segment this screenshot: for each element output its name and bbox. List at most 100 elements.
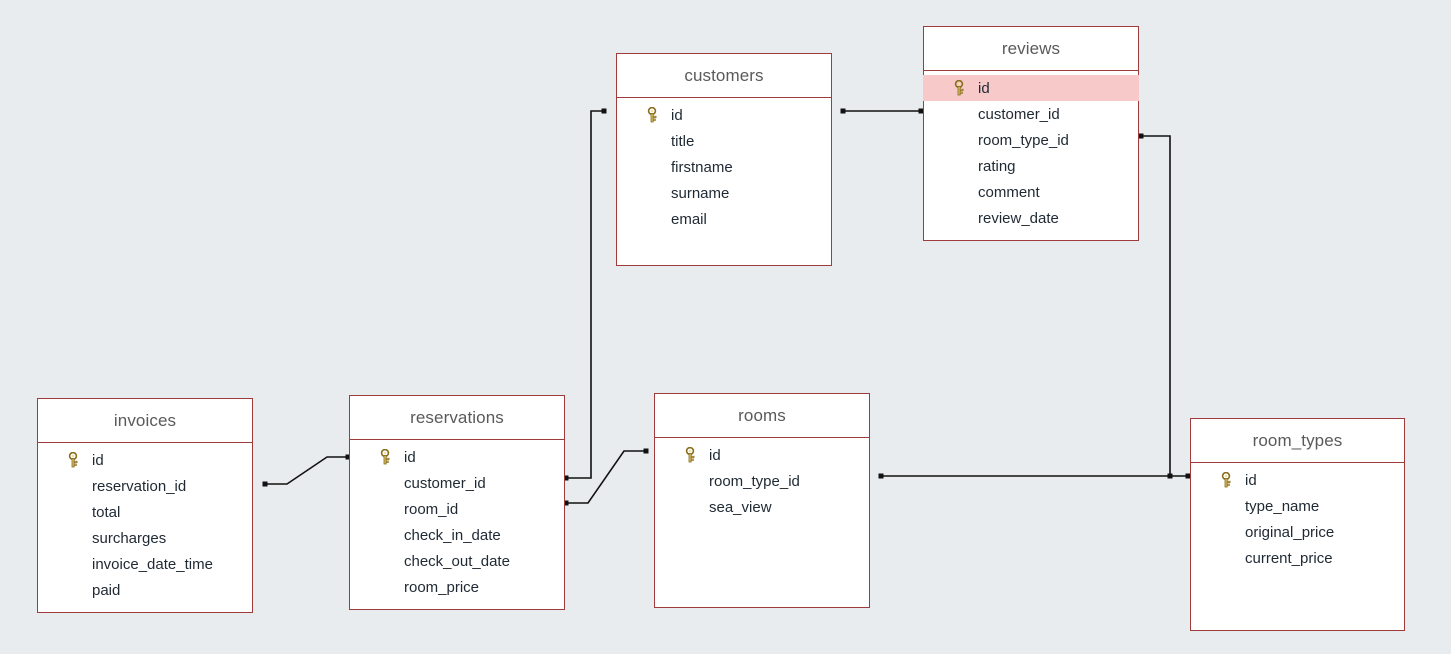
field-row[interactable]: type_name: [1191, 493, 1404, 519]
field-label: type_name: [1245, 498, 1319, 515]
field-label: email: [671, 211, 707, 228]
field-row[interactable]: email: [617, 206, 831, 232]
relationship-start-marker: [841, 109, 846, 114]
field-row[interactable]: check_in_date: [350, 522, 564, 548]
relationship-reservations-to-customers[interactable]: [564, 109, 607, 481]
entity-title: customers: [684, 66, 763, 86]
relationship-line: [566, 111, 604, 478]
entity-reservations[interactable]: reservations id customer_id room_id check_in…: [349, 395, 565, 610]
primary-key-icon: [1219, 472, 1233, 488]
field-row[interactable]: total: [38, 499, 252, 525]
field-label: check_in_date: [404, 527, 501, 544]
field-row[interactable]: rating: [924, 153, 1138, 179]
field-row[interactable]: surname: [617, 180, 831, 206]
entity-title: rooms: [738, 406, 786, 426]
field-row-primary-key[interactable]: id: [1191, 467, 1404, 493]
field-row[interactable]: review_date: [924, 205, 1138, 231]
field-row[interactable]: surcharges: [38, 525, 252, 551]
relationship-line: [1141, 136, 1170, 476]
primary-key-icon: [952, 80, 966, 96]
field-label: room_id: [404, 501, 458, 518]
field-label: rating: [978, 158, 1016, 175]
relationship-invoices-to-reservations[interactable]: [263, 455, 351, 487]
primary-key-icon: [66, 452, 80, 468]
entity-rooms[interactable]: rooms id room_type_id sea_view: [654, 393, 870, 608]
relationship-customers-to-reviews[interactable]: [841, 109, 924, 114]
field-label: room_price: [404, 579, 479, 596]
entity-title: reservations: [410, 408, 504, 428]
entity-header-rooms[interactable]: rooms: [655, 394, 869, 438]
field-row-primary-key[interactable]: id: [617, 102, 831, 128]
field-row[interactable]: current_price: [1191, 545, 1404, 571]
entity-header-reservations[interactable]: reservations: [350, 396, 564, 440]
field-label: id: [404, 449, 416, 466]
field-row[interactable]: reservation_id: [38, 473, 252, 499]
entity-header-room_types[interactable]: room_types: [1191, 419, 1404, 463]
field-label: invoice_date_time: [92, 556, 213, 573]
relationship-line: [566, 451, 646, 503]
field-row[interactable]: paid: [38, 577, 252, 603]
field-label: customer_id: [404, 475, 486, 492]
primary-key-icon: [683, 447, 697, 463]
relationship-end-marker: [602, 109, 607, 114]
field-label: review_date: [978, 210, 1059, 227]
entity-header-reviews[interactable]: reviews: [924, 27, 1138, 71]
field-row[interactable]: comment: [924, 179, 1138, 205]
entity-title: room_types: [1253, 431, 1343, 451]
primary-key-icon: [645, 107, 659, 123]
field-label: total: [92, 504, 120, 521]
field-row[interactable]: customer_id: [350, 470, 564, 496]
field-row[interactable]: room_type_id: [655, 468, 869, 494]
entity-invoices[interactable]: invoicesidreservation_idtotalsurchargesi…: [37, 398, 253, 613]
field-row[interactable]: check_out_date: [350, 548, 564, 574]
field-row[interactable]: title: [617, 128, 831, 154]
relationship-line: [265, 457, 348, 484]
field-row[interactable]: room_type_id: [924, 127, 1138, 153]
field-row-primary-key[interactable]: id: [38, 447, 252, 473]
entity-header-customers[interactable]: customers: [617, 54, 831, 98]
entity-fields-invoices: id reservation_idtotal surcharges invoice_d…: [38, 443, 252, 603]
relationship-start-marker: [1139, 134, 1144, 139]
relationship-rooms-to-room_types[interactable]: [879, 474, 1191, 479]
entity-fields-rooms: id room_type_id sea_view: [655, 438, 869, 520]
field-row[interactable]: room_price: [350, 574, 564, 600]
entity-title: invoices: [114, 411, 176, 431]
er-diagram-canvas: invoicesidreservation_idtotalsurchargesi…: [0, 0, 1451, 654]
field-row[interactable]: invoice_date_time: [38, 551, 252, 577]
field-label: reservation_id: [92, 478, 186, 495]
field-row[interactable]: customer_id: [924, 101, 1138, 127]
field-row[interactable]: sea_view: [655, 494, 869, 520]
relationship-end-marker: [1168, 474, 1173, 479]
relationship-end-marker: [644, 449, 649, 454]
field-label: surname: [671, 185, 729, 202]
field-label: id: [978, 80, 990, 97]
field-row[interactable]: original_price: [1191, 519, 1404, 545]
relationship-reviews-to-room_types[interactable]: [1139, 134, 1173, 479]
entity-fields-room_types: id type_name original_price current_price: [1191, 463, 1404, 571]
field-row-primary-key[interactable]: id: [655, 442, 869, 468]
entity-title: reviews: [1002, 39, 1060, 59]
relationship-reservations-to-rooms[interactable]: [564, 449, 649, 506]
field-label: firstname: [671, 159, 733, 176]
entity-fields-customers: id title firstname surname email: [617, 98, 831, 232]
entity-room_types[interactable]: room_typesid type_name original_pricecurre…: [1190, 418, 1405, 631]
field-row[interactable]: firstname: [617, 154, 831, 180]
field-row-primary-key[interactable]: id: [350, 444, 564, 470]
relationship-start-marker: [263, 482, 268, 487]
field-label: id: [709, 447, 721, 464]
field-row[interactable]: room_id: [350, 496, 564, 522]
field-label: paid: [92, 582, 120, 599]
field-row-primary-key[interactable]: id: [923, 75, 1139, 101]
entity-reviews[interactable]: reviews id customer_id room_type_idrating co…: [923, 26, 1139, 241]
entity-customers[interactable]: customers id title firstname surname email: [616, 53, 832, 266]
field-label: original_price: [1245, 524, 1334, 541]
field-label: check_out_date: [404, 553, 510, 570]
field-label: customer_id: [978, 106, 1060, 123]
field-label: sea_view: [709, 499, 772, 516]
entity-fields-reservations: id customer_id room_id check_in_date check_o…: [350, 440, 564, 600]
entity-fields-reviews: id customer_id room_type_idrating comment re…: [924, 71, 1138, 231]
field-label: current_price: [1245, 550, 1333, 567]
entity-header-invoices[interactable]: invoices: [38, 399, 252, 443]
field-label: title: [671, 133, 694, 150]
field-label: id: [671, 107, 683, 124]
